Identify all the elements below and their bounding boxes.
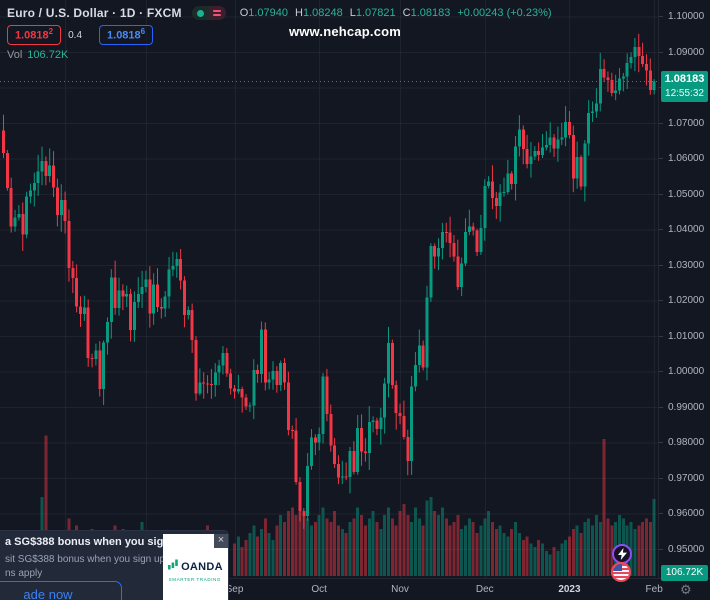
time-tick-label: Dec bbox=[476, 584, 494, 595]
price-tick-label: 1.05000 bbox=[659, 190, 710, 200]
chart-legend: Euro / U.S. Dollar · 1D · FXCM O1.07940 … bbox=[7, 4, 559, 61]
open-value: 1.07940 bbox=[248, 7, 288, 19]
time-tick-label: Nov bbox=[391, 584, 409, 595]
advertiser-logo-panel[interactable]: × OANDA SMARTER TRADING bbox=[163, 534, 228, 600]
oanda-logo: OANDA SMARTER TRADING bbox=[163, 558, 228, 582]
time-tick-label: 2023 bbox=[558, 584, 580, 595]
price-tick-label: 1.01000 bbox=[659, 332, 710, 342]
sell-bid-button[interactable]: 1.08182 bbox=[7, 25, 61, 45]
ad-terms: ns apply bbox=[5, 568, 42, 579]
ohlc-values: O1.07940 H1.08248 L1.07821 C1.08183 +0.0… bbox=[240, 7, 559, 19]
ad-banner[interactable]: a SG$388 bonus when you sign up. sit SG$… bbox=[0, 531, 228, 600]
last-price-label: 1.08183 12:55:32 bbox=[661, 71, 708, 102]
spread-value: 0.4 bbox=[68, 30, 82, 41]
price-tick-label: 1.02000 bbox=[659, 296, 710, 306]
high-value: 1.08248 bbox=[303, 7, 343, 19]
close-icon[interactable]: × bbox=[214, 534, 228, 548]
delayed-data-icon bbox=[209, 6, 226, 20]
buy-ask-button[interactable]: 1.08186 bbox=[99, 25, 153, 45]
price-tick-label: 0.98000 bbox=[659, 438, 710, 448]
price-tick-label: 1.07000 bbox=[659, 119, 710, 129]
bar-countdown: 12:55:32 bbox=[661, 87, 708, 100]
price-tick-label: 1.09000 bbox=[659, 48, 710, 58]
close-value: 1.08183 bbox=[411, 7, 451, 19]
price-tick-label: 1.06000 bbox=[659, 154, 710, 164]
volume-value: 106.72K bbox=[27, 49, 68, 61]
ad-headline: a SG$388 bonus when you sign up. bbox=[5, 536, 160, 549]
price-tick-label: 1.04000 bbox=[659, 225, 710, 235]
oanda-candle-icon bbox=[168, 558, 179, 576]
change-value: +0.00243 (+0.23%) bbox=[457, 7, 551, 19]
economic-event-lightning-icon[interactable] bbox=[612, 544, 632, 564]
price-tick-label: 1.03000 bbox=[659, 261, 710, 271]
time-tick-label: Sep bbox=[226, 584, 244, 595]
trading-chart-window: Euro / U.S. Dollar · 1D · FXCM O1.07940 … bbox=[0, 0, 710, 600]
volume-axis-label: 106.72K bbox=[661, 565, 708, 581]
price-tick-label: 1.00000 bbox=[659, 367, 710, 377]
price-tick-label: 0.95000 bbox=[659, 545, 710, 555]
trade-now-button[interactable]: ade now bbox=[0, 581, 122, 600]
price-tick-label: 0.99000 bbox=[659, 403, 710, 413]
price-tick-label: 0.96000 bbox=[659, 509, 710, 519]
gear-icon[interactable]: ⚙ bbox=[680, 582, 692, 598]
price-tick-label: 1.10000 bbox=[659, 12, 710, 22]
price-chart-canvas[interactable] bbox=[0, 0, 658, 578]
us-flag-event-icon[interactable] bbox=[611, 562, 631, 582]
symbol-title[interactable]: Euro / U.S. Dollar · 1D · FXCM bbox=[7, 6, 182, 20]
time-tick-label: Feb bbox=[646, 584, 663, 595]
time-tick-label: Oct bbox=[311, 584, 327, 595]
live-status-icon bbox=[197, 10, 204, 17]
low-value: 1.07821 bbox=[356, 7, 396, 19]
price-scale[interactable]: 0.95000 0.96000 0.97000 0.98000 0.99000 1.000… bbox=[658, 0, 710, 578]
ad-subline: sit SG$388 bonus when you sign up. bbox=[5, 554, 168, 565]
volume-indicator-legend[interactable]: Vol106.72K bbox=[7, 49, 559, 61]
flag-canton bbox=[613, 564, 622, 571]
price-tick-label: 0.97000 bbox=[659, 474, 710, 484]
market-status-pill[interactable] bbox=[192, 6, 226, 20]
